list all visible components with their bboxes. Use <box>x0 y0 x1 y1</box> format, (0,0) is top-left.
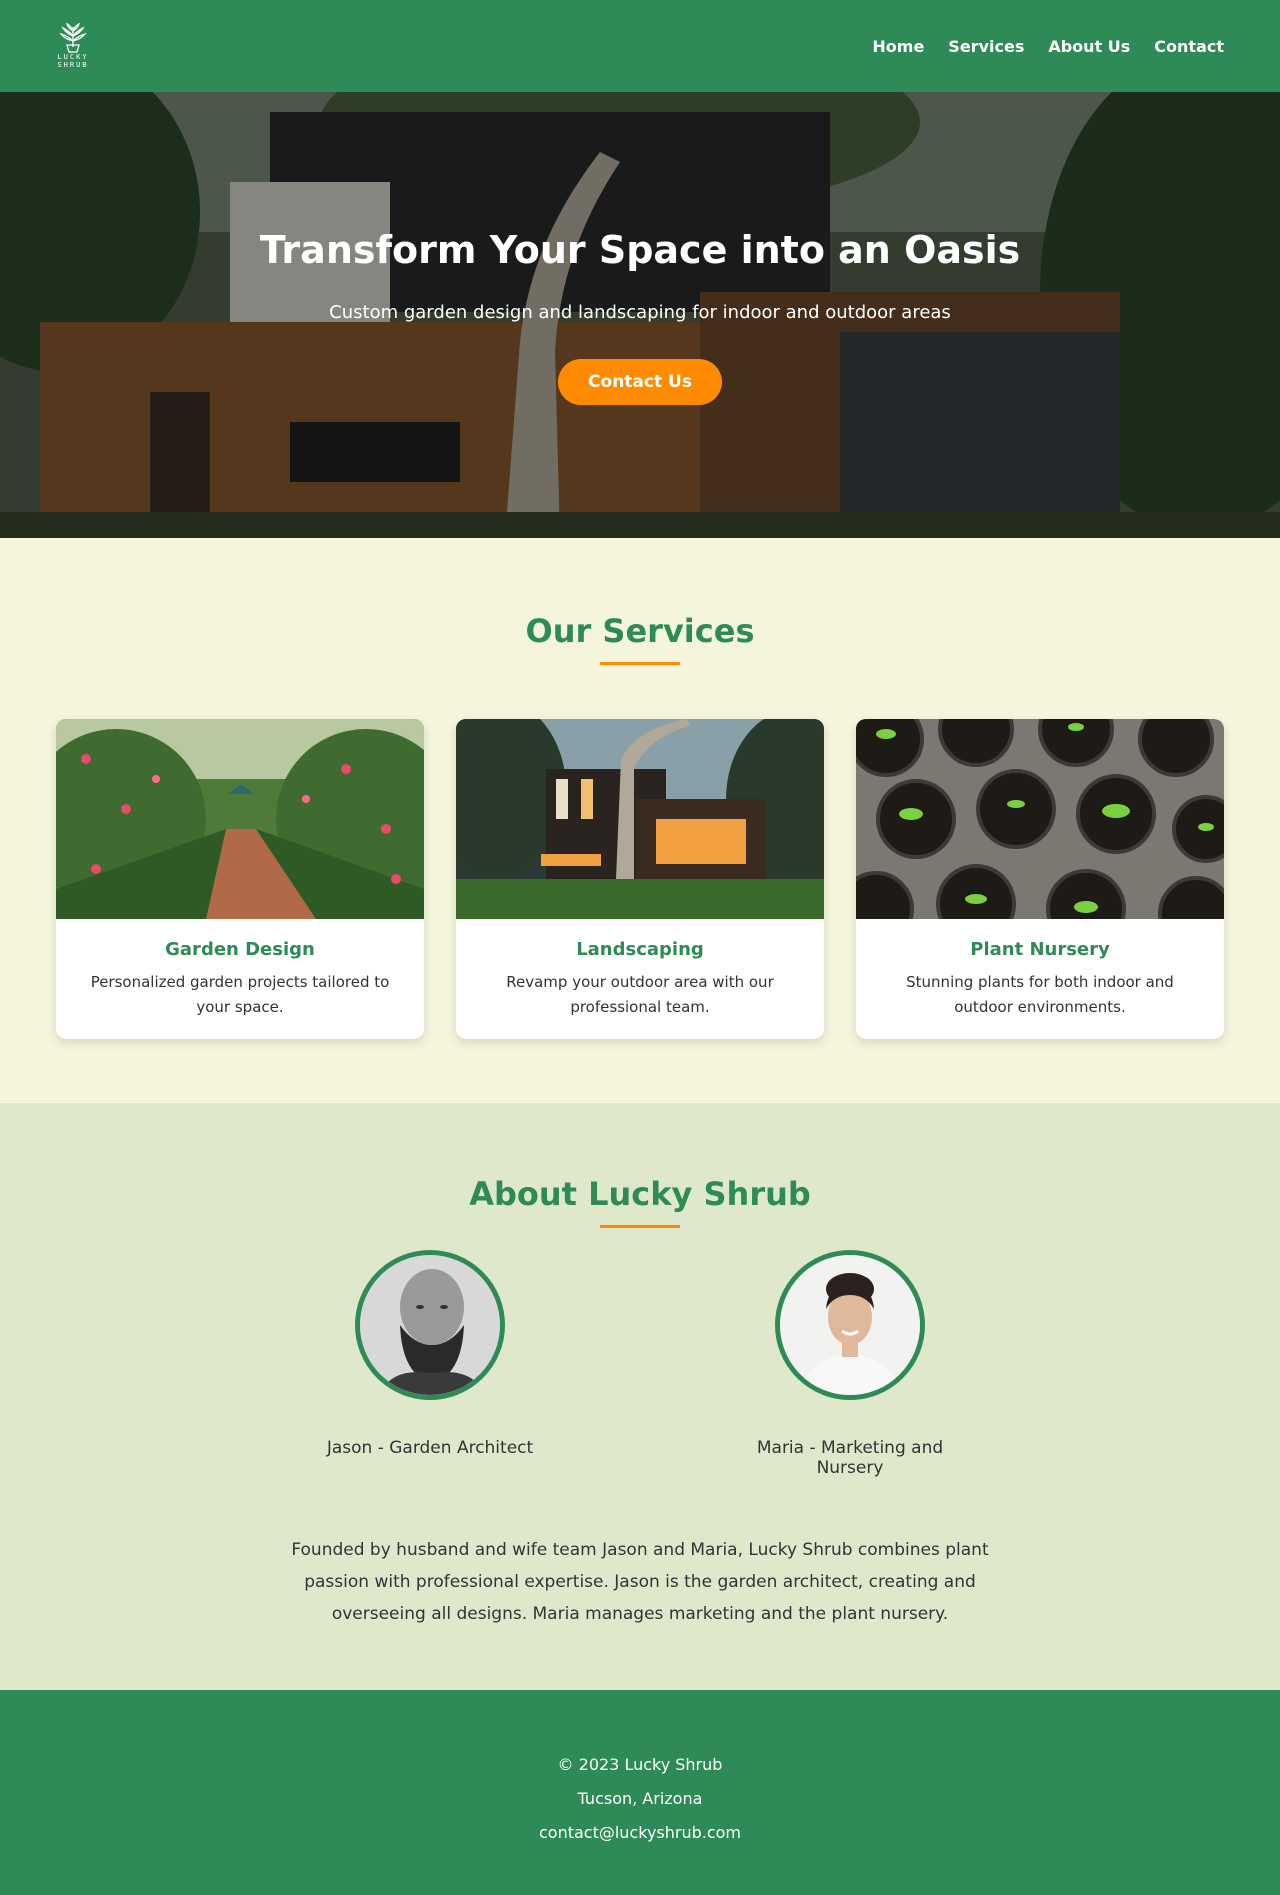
service-card-title: Plant Nursery <box>970 939 1110 960</box>
shrub-logo-icon <box>59 23 87 53</box>
footer-location: Tucson, Arizona <box>577 1789 703 1808</box>
title-underline <box>600 662 680 665</box>
hero-title: Transform Your Space into an Oasis <box>259 228 1021 272</box>
nav-contact[interactable]: Contact <box>1154 37 1224 56</box>
title-underline <box>600 1225 680 1228</box>
logo-text-line2: SHRUB <box>57 61 89 69</box>
about-description: Founded by husband and wife team Jason a… <box>291 1540 989 1624</box>
services-section: Our Services Garden Design Personalized … <box>0 538 1280 1103</box>
service-card-garden-design[interactable]: Garden Design Personalized garden projec… <box>56 719 424 1039</box>
footer-copyright: © 2023 Lucky Shrub <box>557 1755 723 1774</box>
main-nav: Home Services About Us Contact <box>872 37 1224 56</box>
about-section: About Lucky Shrub Jason - Garden Archite… <box>0 1103 1280 1690</box>
contact-us-button[interactable]: Contact Us <box>558 359 722 405</box>
service-card-plant-nursery[interactable]: Plant Nursery Stunning plants for both i… <box>856 719 1224 1039</box>
jason-avatar <box>355 1250 505 1400</box>
service-card-landscaping[interactable]: Landscaping Revamp your outdoor area wit… <box>456 719 824 1039</box>
services-title: Our Services <box>525 612 755 650</box>
maria-avatar <box>775 1250 925 1400</box>
team-member-maria: Maria - Marketing and Nursery <box>740 1250 960 1478</box>
modern-house-photo <box>456 719 824 919</box>
garden-path-photo <box>56 719 424 919</box>
service-card-text: Revamp your outdoor area with our profes… <box>506 973 774 1016</box>
seedling-pots-photo <box>856 719 1224 919</box>
nav-home[interactable]: Home <box>872 37 924 56</box>
site-header: LUCKY SHRUB Home Services About Us Conta… <box>0 0 1280 92</box>
about-title: About Lucky Shrub <box>469 1175 811 1213</box>
team-members: Jason - Garden Architect Maria - Marketi… <box>56 1250 1224 1478</box>
hero-subtitle: Custom garden design and landscaping for… <box>329 302 951 323</box>
team-member-jason: Jason - Garden Architect <box>320 1250 540 1478</box>
logo[interactable]: LUCKY SHRUB <box>56 23 90 69</box>
nav-services[interactable]: Services <box>948 37 1024 56</box>
service-card-text: Personalized garden projects tailored to… <box>90 973 390 1016</box>
nav-about-us[interactable]: About Us <box>1048 37 1130 56</box>
hero-content: Transform Your Space into an Oasis Custo… <box>0 92 1280 405</box>
member-name: Jason - Garden Architect <box>326 1438 534 1458</box>
service-card-title: Landscaping <box>576 939 704 960</box>
service-card-text: Stunning plants for both indoor and outd… <box>906 973 1174 1016</box>
logo-text-line1: LUCKY <box>57 53 89 61</box>
service-cards: Garden Design Personalized garden projec… <box>56 719 1224 1039</box>
site-footer: © 2023 Lucky Shrub Tucson, Arizona conta… <box>0 1690 1280 1895</box>
hero: Transform Your Space into an Oasis Custo… <box>0 92 1280 538</box>
member-name: Maria - Marketing and Nursery <box>756 1438 944 1478</box>
footer-email[interactable]: contact@luckyshrub.com <box>0 1816 1280 1850</box>
service-card-title: Garden Design <box>165 939 315 960</box>
